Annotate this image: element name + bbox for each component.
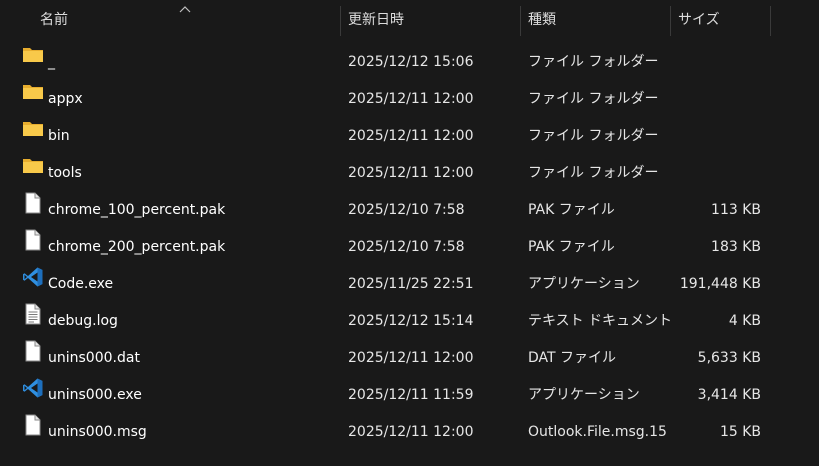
file-type: PAK ファイル (528, 239, 615, 255)
file-type: Outlook.File.msg.15 (528, 424, 667, 440)
file-size: 3,414 KB (697, 387, 761, 403)
file-icon (22, 340, 46, 364)
file-modified-date: 2025/12/11 12:00 (348, 424, 474, 440)
file-name: _ (48, 54, 55, 70)
file-row[interactable]: unins000.dat 2025/12/11 12:00 DAT ファイル 5,63… (0, 334, 819, 371)
column-header-type[interactable]: 種類 (520, 0, 670, 38)
file-modified-date: 2025/12/10 7:58 (348, 202, 465, 218)
file-type: ファイル フォルダー (528, 165, 659, 181)
file-size (672, 112, 761, 149)
text-file-icon (22, 303, 46, 327)
file-name: appx (48, 91, 83, 107)
file-type: PAK ファイル (528, 202, 615, 218)
file-icon (22, 414, 46, 438)
file-modified-date: 2025/12/11 12:00 (348, 165, 474, 181)
file-modified-date: 2025/12/11 12:00 (348, 128, 474, 144)
file-size: 183 KB (711, 239, 761, 255)
file-name: debug.log (48, 313, 118, 329)
file-modified-date: 2025/12/11 12:00 (348, 350, 474, 366)
file-row[interactable]: Code.exe 2025/11/25 22:51 アプリケーション 191,448 … (0, 260, 819, 297)
file-modified-date: 2025/12/11 11:59 (348, 387, 474, 403)
folder-icon (22, 44, 46, 68)
column-divider[interactable] (770, 6, 771, 36)
file-type: ファイル フォルダー (528, 91, 659, 107)
file-row[interactable]: debug.log 2025/12/12 15:14 テキスト ドキュメント 4 KB (0, 297, 819, 334)
file-modified-date: 2025/11/25 22:51 (348, 276, 474, 292)
column-header-bar: 名前 更新日時 種類 サイズ (0, 0, 819, 38)
file-name: unins000.dat (48, 350, 140, 366)
column-header-name[interactable]: 名前 (32, 0, 340, 38)
file-modified-date: 2025/12/12 15:06 (348, 54, 474, 70)
file-row[interactable]: bin 2025/12/11 12:00 ファイル フォルダー (0, 112, 819, 149)
file-name: tools (48, 165, 82, 181)
file-row[interactable]: _ 2025/12/12 15:06 ファイル フォルダー (0, 38, 819, 75)
file-type: ファイル フォルダー (528, 54, 659, 70)
file-row[interactable]: unins000.exe 2025/12/11 11:59 アプリケーション 3,41… (0, 371, 819, 408)
file-size (672, 149, 761, 186)
file-name: bin (48, 128, 70, 144)
column-header-date[interactable]: 更新日時 (340, 0, 520, 38)
folder-icon (22, 81, 46, 105)
vscode-icon (22, 266, 46, 290)
folder-icon (22, 118, 46, 142)
file-icon (22, 192, 46, 216)
file-row[interactable]: tools 2025/12/11 12:00 ファイル フォルダー (0, 149, 819, 186)
file-modified-date: 2025/12/11 12:00 (348, 91, 474, 107)
file-row[interactable]: chrome_100_percent.pak 2025/12/10 7:58 PAK… (0, 186, 819, 223)
file-modified-date: 2025/12/12 15:14 (348, 313, 474, 329)
file-name: unins000.exe (48, 387, 142, 403)
file-type: DAT ファイル (528, 350, 617, 366)
file-list: _ 2025/12/12 15:06 ファイル フォルダー appx 2025/12/1… (0, 38, 819, 445)
file-type: テキスト ドキュメント (528, 313, 673, 329)
file-name: unins000.msg (48, 424, 147, 440)
file-type: ファイル フォルダー (528, 128, 659, 144)
file-icon (22, 229, 46, 253)
file-name: chrome_200_percent.pak (48, 239, 226, 255)
file-modified-date: 2025/12/10 7:58 (348, 239, 465, 255)
file-type: アプリケーション (528, 276, 640, 292)
file-row[interactable]: unins000.msg 2025/12/11 12:00 Outlook.File… (0, 408, 819, 445)
column-header-size[interactable]: サイズ (670, 0, 770, 38)
file-size (672, 75, 761, 112)
file-size: 15 KB (719, 424, 761, 440)
file-size: 4 KB (728, 313, 761, 329)
file-type: アプリケーション (528, 387, 640, 403)
file-name: Code.exe (48, 276, 114, 292)
file-size: 113 KB (711, 202, 761, 218)
file-size (672, 38, 761, 75)
file-size: 191,448 KB (679, 276, 761, 292)
file-name: chrome_100_percent.pak (48, 202, 226, 218)
file-row[interactable]: chrome_200_percent.pak 2025/12/10 7:58 PAK… (0, 223, 819, 260)
vscode-icon (22, 377, 46, 401)
file-row[interactable]: appx 2025/12/11 12:00 ファイル フォルダー (0, 75, 819, 112)
folder-icon (22, 155, 46, 179)
file-size: 5,633 KB (697, 350, 761, 366)
